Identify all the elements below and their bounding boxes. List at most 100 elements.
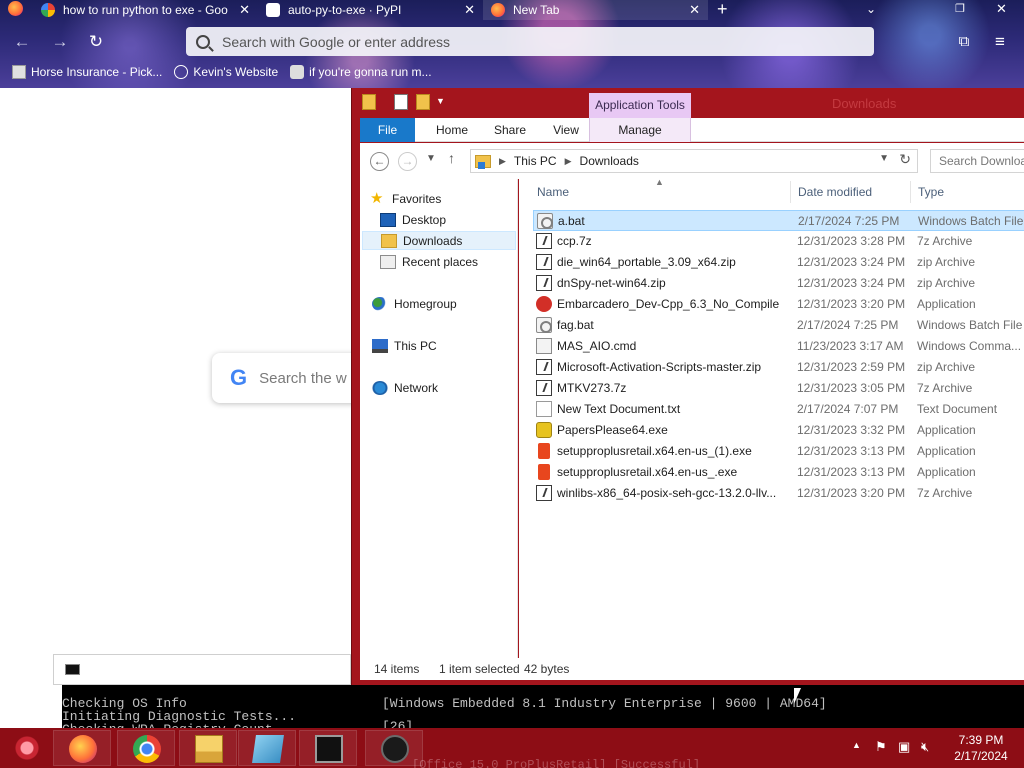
extensions-icon[interactable]: ⧉	[952, 31, 976, 53]
new-folder-quick-icon[interactable]	[416, 94, 430, 110]
forward-arrow-icon[interactable]: →	[48, 31, 72, 53]
file-type: zip Archive	[917, 276, 976, 290]
nav-favorites[interactable]: ★ Favorites	[370, 189, 441, 208]
file-row[interactable]: dnSpy-net-win64.zip 12/31/2023 3:24 PM zip…	[533, 273, 1024, 294]
customize-quick-access-icon[interactable]: ▼	[436, 96, 445, 106]
close-tab-icon[interactable]: ✕	[464, 2, 475, 18]
file-date: 2/17/2024 7:25 PM	[798, 214, 900, 228]
file-row[interactable]: die_win64_portable_3.09_x64.zip 12/31/202…	[533, 252, 1024, 273]
file-row[interactable]: Microsoft-Activation-Scripts-master.zip 1…	[533, 357, 1024, 378]
file-row[interactable]: PapersPlease64.exe 12/31/2023 3:32 PM Appl…	[533, 420, 1024, 441]
file-row[interactable]: ccp.7z 12/31/2023 3:28 PM 7z Archive	[533, 231, 1024, 252]
taskbar-chrome[interactable]	[117, 730, 175, 766]
file-name: setupproplusretail.x64.en-us_.exe	[557, 465, 738, 479]
nav-downloads[interactable]: Downloads	[362, 231, 516, 250]
file-row[interactable]: Embarcadero_Dev-Cpp_6.3_No_Compiler... 12…	[533, 294, 1024, 315]
file-date: 12/31/2023 3:24 PM	[797, 276, 906, 290]
restore-window-icon[interactable]: ❐	[955, 0, 965, 18]
show-hidden-icons-chevron-icon[interactable]: ▲	[852, 740, 861, 750]
tab-manage[interactable]: Manage	[589, 118, 691, 142]
file-type: zip Archive	[917, 360, 976, 374]
bookmark-horse-insurance[interactable]: Horse Insurance - Pick...	[12, 65, 162, 79]
file-type: Application	[917, 444, 976, 458]
address-bar[interactable]: ▶ This PC ▶ Downloads ▼ ↻	[470, 149, 918, 173]
file-row[interactable]: winlibs-x86_64-posix-seh-gcc-13.2.0-llv.…	[533, 483, 1024, 504]
reload-icon[interactable]: ↻	[84, 31, 108, 53]
back-arrow-icon[interactable]: ←	[370, 152, 389, 171]
action-center-flag-icon[interactable]: ⚑	[875, 739, 887, 755]
tab-file[interactable]: File	[360, 118, 415, 142]
recent-locations-chevron-icon[interactable]: ▼	[426, 153, 436, 164]
tab-google-search[interactable]: how to run python to exe - Goo ✕	[33, 0, 258, 20]
close-window-icon[interactable]: ✕	[996, 0, 1007, 18]
up-arrow-icon[interactable]: ↑	[448, 150, 455, 166]
column-divider[interactable]	[910, 181, 911, 203]
console-title-bar[interactable]	[53, 654, 351, 685]
hamburger-menu-icon[interactable]: ≡	[988, 31, 1012, 53]
file-row[interactable]: setupproplusretail.x64.en-us_(1).exe 12/3…	[533, 441, 1024, 462]
address-dropdown-chevron-icon[interactable]: ▼	[879, 153, 889, 164]
start-button[interactable]	[0, 730, 56, 766]
volume-muted-icon[interactable]: 🔇︎	[921, 739, 929, 755]
taskbar-clock[interactable]: 7:39 PM 2/17/2024	[950, 732, 1012, 764]
bookmark-kevins-website[interactable]: Kevin's Website	[174, 65, 278, 79]
file-row[interactable]: a.bat 2/17/2024 7:25 PM Windows Batch File	[533, 210, 1024, 231]
column-divider[interactable]	[790, 181, 791, 203]
downloads-folder-icon	[381, 233, 397, 248]
bookmark-if-youre-gonna[interactable]: if you're gonna run m...	[290, 65, 432, 79]
properties-quick-icon[interactable]	[394, 94, 408, 110]
firefox-favicon-icon	[491, 3, 505, 17]
taskbar: [Office 15.0 ProPlusRetail] [Successful]…	[0, 728, 1024, 768]
tab-pypi[interactable]: auto-py-to-exe · PyPI ✕	[258, 0, 483, 20]
file-type: Windows Comma...	[917, 339, 1022, 353]
file-list: ▲ Name Date modified Type a.bat 2/17/2024…	[519, 177, 1024, 666]
forward-arrow-icon[interactable]: →	[398, 152, 417, 171]
network-tray-icon[interactable]: ▣	[898, 739, 910, 755]
url-input[interactable]	[222, 33, 822, 50]
tab-new-tab[interactable]: New Tab ✕	[483, 0, 708, 20]
breadcrumb-separator-icon[interactable]: ▶	[499, 156, 506, 167]
globe-icon	[174, 65, 189, 79]
newtab-google-search[interactable]: G Search the w	[212, 353, 372, 403]
tab-view[interactable]: View	[539, 118, 593, 142]
nav-homegroup[interactable]: Homegroup	[372, 294, 457, 313]
console-line: Initiating Diagnostic Tests...	[62, 709, 297, 724]
close-tab-icon[interactable]: ✕	[689, 2, 700, 18]
tab-home[interactable]: Home	[423, 118, 481, 142]
list-tabs-chevron-icon[interactable]: ⌄	[866, 0, 876, 18]
breadcrumb-separator-icon[interactable]: ▶	[565, 156, 572, 167]
close-tab-icon[interactable]: ✕	[239, 2, 250, 18]
search-downloads-input[interactable]: Search Downloads	[930, 149, 1024, 173]
column-header-date[interactable]: Date modified	[798, 185, 872, 199]
file-date: 12/31/2023 3:28 PM	[797, 234, 906, 248]
url-bar[interactable]	[186, 27, 874, 56]
new-tab-button[interactable]: +	[717, 0, 728, 18]
back-arrow-icon[interactable]: ←	[10, 31, 34, 53]
taskbar-file-explorer[interactable]	[179, 730, 237, 766]
taskbar-notepad[interactable]	[238, 730, 296, 766]
firefox-menu-icon[interactable]	[8, 0, 23, 21]
file-row[interactable]: MTKV273.7z 12/31/2023 3:05 PM 7z Archive	[533, 378, 1024, 399]
nav-network[interactable]: Network	[372, 378, 438, 397]
tab-share[interactable]: Share	[481, 118, 539, 142]
file-row[interactable]: MAS_AIO.cmd 11/23/2023 3:17 AM Windows Com…	[533, 336, 1024, 357]
taskbar-firefox[interactable]	[53, 730, 111, 766]
column-header-type[interactable]: Type	[918, 185, 944, 199]
taskbar-app[interactable]	[365, 730, 423, 766]
column-header-name[interactable]: Name	[537, 185, 569, 199]
nav-desktop[interactable]: Desktop	[380, 210, 446, 229]
console-output[interactable]: Checking OS Info Initiating Diagnostic T…	[62, 685, 1024, 730]
file-row[interactable]: setupproplusretail.x64.en-us_.exe 12/31/2…	[533, 462, 1024, 483]
taskbar-command-prompt[interactable]	[299, 730, 357, 766]
refresh-icon[interactable]: ↻	[899, 151, 911, 168]
file-row[interactable]: fag.bat 2/17/2024 7:25 PM Windows Batch Fi…	[533, 315, 1024, 336]
file-date: 12/31/2023 3:20 PM	[797, 486, 906, 500]
office-setup-icon	[538, 464, 550, 480]
file-date: 12/31/2023 3:24 PM	[797, 255, 906, 269]
breadcrumb-downloads[interactable]: Downloads	[580, 154, 639, 168]
nav-recent-places[interactable]: Recent places	[380, 252, 478, 271]
file-row[interactable]: New Text Document.txt 2/17/2024 7:07 PM Te…	[533, 399, 1024, 420]
breadcrumb-this-pc[interactable]: This PC	[514, 154, 557, 168]
nav-this-pc[interactable]: This PC	[372, 336, 437, 355]
vault-favicon-icon	[290, 65, 305, 79]
